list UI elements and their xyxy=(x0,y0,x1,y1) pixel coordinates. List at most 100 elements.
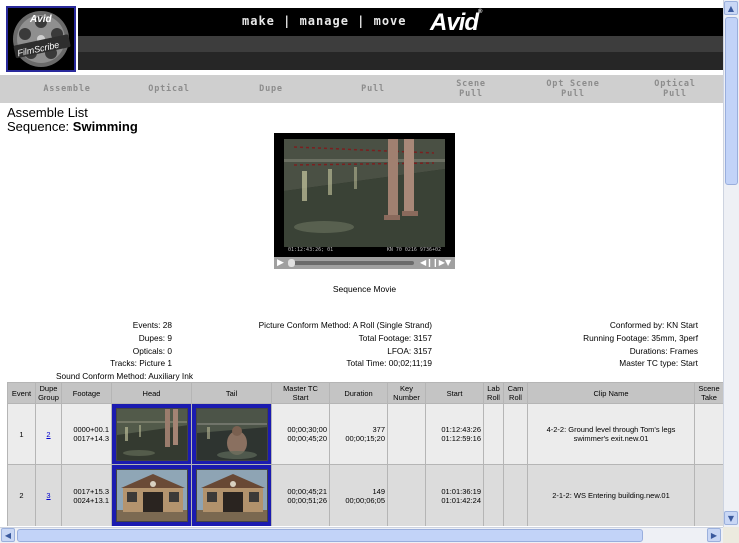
stat-tracks: Tracks: Picture 1 xyxy=(110,358,172,368)
movie-timecode-left: 01:12:43:26; 01 xyxy=(288,247,334,253)
nav-optical-pull-label: Optical Pull xyxy=(654,79,696,99)
stat-lfoa: LFOA: 3157 xyxy=(387,346,432,356)
horizontal-scroll-thumb[interactable] xyxy=(17,529,643,542)
stat-total-footage: Total Footage: 3157 xyxy=(358,333,432,343)
assemble-table: Event Dupe Group Footage Head Tail Maste… xyxy=(7,382,723,526)
col-cam-roll: Cam Roll xyxy=(504,383,528,404)
stat-conformed-by: Conformed by: KN Start xyxy=(609,320,698,330)
cell-master-tc-start: 00;00;45;21 00;00;51;26 xyxy=(272,465,330,526)
col-dupe-group: Dupe Group xyxy=(36,383,62,404)
stat-master-tc-type: Master TC type: Start xyxy=(619,358,698,368)
cell-scene-take xyxy=(695,404,723,465)
table-row: 2 3 0017+15.3 0024+13.1 00;00;45;21 00;0… xyxy=(8,465,723,526)
cell-dupe-group: 3 xyxy=(36,465,62,526)
cell-lab-roll xyxy=(484,404,504,465)
movie-caption: Sequence Movie xyxy=(332,284,397,294)
cell-head[interactable] xyxy=(112,465,192,526)
play-icon[interactable]: ▶ xyxy=(277,258,284,268)
movie-frame xyxy=(284,139,445,247)
cell-duration: 377 00;00;15;20 xyxy=(330,404,388,465)
horizontal-scrollbar[interactable]: ◀ ▶ xyxy=(0,527,723,543)
dupe-group-link[interactable]: 2 xyxy=(46,430,50,439)
table-row: 1 2 0000+00.1 0017+14.3 00;00;30;00 00;0… xyxy=(8,404,723,465)
vertical-scrollbar[interactable]: ▲ ▼ xyxy=(723,0,739,527)
tail-thumbnail xyxy=(195,407,268,461)
stat-opticals: Opticals: 0 xyxy=(132,346,172,356)
col-head: Head xyxy=(112,383,192,404)
cell-cam-roll xyxy=(504,404,528,465)
building-frame-icon xyxy=(116,470,187,521)
brand-text: Avid xyxy=(430,9,479,36)
nav-optical[interactable]: Optical xyxy=(124,75,214,103)
header-band-mid xyxy=(78,36,723,52)
table-header-row: Event Dupe Group Footage Head Tail Maste… xyxy=(8,383,723,404)
tagline: make | manage | move xyxy=(242,14,407,28)
scroll-left-icon[interactable]: ◀ xyxy=(1,528,15,542)
nav-opt-scene-pull[interactable]: Opt Scene Pull xyxy=(528,75,618,103)
sequence-name: Swimming xyxy=(72,119,138,134)
stat-durations: Durations: Frames xyxy=(629,346,698,356)
cell-head[interactable] xyxy=(112,404,192,465)
cell-start: 01:01:36:19 01:01:42:24 xyxy=(426,465,484,526)
cell-key-number xyxy=(388,404,426,465)
cell-tail[interactable] xyxy=(192,404,272,465)
tail-thumbnail xyxy=(195,469,268,522)
menu-down-icon[interactable]: ▼ xyxy=(445,258,451,267)
movie-timecode: 01:12:43:26; 01 KN 70 0216 9736+02 xyxy=(284,247,445,254)
col-duration: Duration xyxy=(330,383,388,404)
stat-running-footage: Running Footage: 35mm, 3perf xyxy=(583,333,698,343)
cell-master-tc-start: 00;00;30;00 00;00;45;20 xyxy=(272,404,330,465)
stat-sound-conform: Sound Conform Method: Auxiliary Ink xyxy=(56,371,193,381)
nav-scene-pull[interactable]: Scene Pull xyxy=(426,75,516,103)
cell-tail[interactable] xyxy=(192,465,272,526)
stat-total-time: Total Time: 00;02;11;19 xyxy=(346,358,432,368)
filmscribe-logo: Avid FilmScribe xyxy=(6,6,76,72)
nav-scene-pull-label: Scene Pull xyxy=(456,79,486,99)
cell-clip-name: 4-2-2: Ground level through Tom's legs s… xyxy=(528,404,695,465)
scroll-right-icon[interactable]: ▶ xyxy=(707,528,721,542)
report-nav: Assemble Optical Dupe Pull Scene Pull Op… xyxy=(0,75,723,103)
logo-top-text: Avid xyxy=(30,14,52,25)
cell-footage: 0017+15.3 0024+13.1 xyxy=(62,465,112,526)
scrubber-knob[interactable] xyxy=(288,259,295,267)
cell-event: 2 xyxy=(8,465,36,526)
pool-frame-icon xyxy=(196,408,267,460)
cell-key-number xyxy=(388,465,426,526)
scroll-up-icon[interactable]: ▲ xyxy=(724,1,738,15)
step-back-icon[interactable]: ◀❙ xyxy=(420,258,433,267)
header-band-low xyxy=(78,52,723,70)
movie-controls: ▶ ◀❙ ❙▶ ▼ xyxy=(274,257,455,269)
step-forward-icon[interactable]: ❙▶ xyxy=(432,258,445,267)
col-lab-roll: Lab Roll xyxy=(484,383,504,404)
dupe-group-link[interactable]: 3 xyxy=(46,491,50,500)
col-clip-name: Clip Name xyxy=(528,383,695,404)
cell-lab-roll xyxy=(484,465,504,526)
col-start: Start xyxy=(426,383,484,404)
scrollbar-corner xyxy=(723,527,739,543)
movie-scrubber[interactable] xyxy=(288,261,414,265)
browser-page: Avid FilmScribe make | manage | move Avi… xyxy=(0,0,739,543)
building-frame-icon xyxy=(196,470,267,521)
cell-footage: 0000+00.1 0017+14.3 xyxy=(62,404,112,465)
sequence-movie-player[interactable]: 01:12:43:26; 01 KN 70 0216 9736+02 ▶ ◀❙ … xyxy=(274,133,455,269)
vertical-scroll-thumb[interactable] xyxy=(725,17,738,185)
sequence-label: Sequence: xyxy=(7,119,70,134)
cell-scene-take xyxy=(695,465,723,526)
nav-pull[interactable]: Pull xyxy=(328,75,418,103)
col-event: Event xyxy=(8,383,36,404)
brand-mark: ® xyxy=(478,9,483,15)
header: Avid FilmScribe make | manage | move Avi… xyxy=(0,0,723,75)
page-title: Assemble List xyxy=(7,105,88,120)
col-tail: Tail xyxy=(192,383,272,404)
stat-dupes: Dupes: 9 xyxy=(138,333,172,343)
head-thumbnail xyxy=(115,469,188,522)
cell-duration: 149 00;00;06;05 xyxy=(330,465,388,526)
nav-assemble[interactable]: Assemble xyxy=(22,75,112,103)
scroll-down-icon[interactable]: ▼ xyxy=(724,511,738,525)
col-scene-take: Scene Take xyxy=(695,383,723,404)
pool-frame-icon xyxy=(116,408,187,460)
nav-dupe[interactable]: Dupe xyxy=(226,75,316,103)
nav-optical-pull[interactable]: Optical Pull xyxy=(630,75,720,103)
movie-timecode-right: KN 70 0216 9736+02 xyxy=(386,247,441,253)
avid-brand: Avid® xyxy=(430,9,483,37)
